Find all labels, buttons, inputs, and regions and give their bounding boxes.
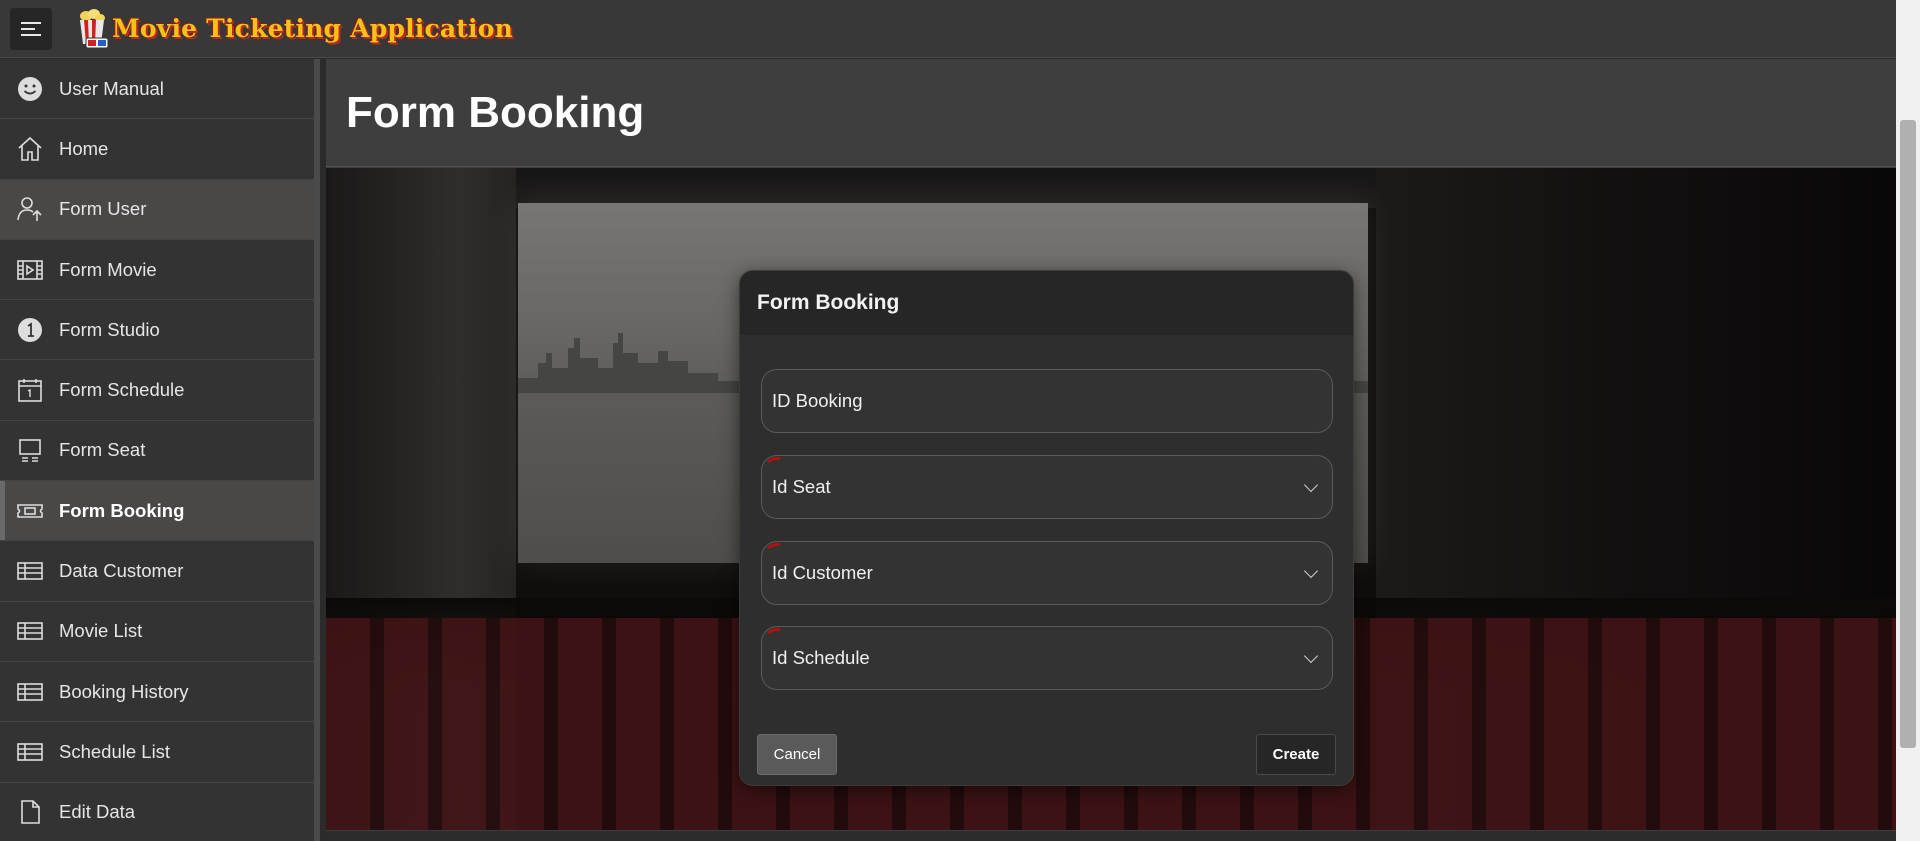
table-icon [16, 738, 44, 766]
sidebar-item-label: Form Studio [59, 318, 160, 340]
sidebar-item-movie-list[interactable]: Movie List [0, 602, 314, 662]
sidebar-item-form-movie[interactable]: Form Movie [0, 240, 314, 301]
sidebar-item-label: User Manual [59, 77, 164, 99]
page-header: Form Booking [326, 59, 1896, 167]
app-logo[interactable]: Movie Ticketing Application [74, 8, 513, 50]
sidebar-item-label: Home [59, 137, 109, 159]
sidebar-item-data-customer[interactable]: Data Customer [0, 541, 314, 602]
scrollbar-thumb[interactable] [1900, 120, 1916, 748]
sidebar-item-label: Form Seat [59, 439, 146, 461]
chevron-down-icon [1303, 563, 1319, 579]
sidebar-item-user-manual[interactable]: User Manual [0, 59, 314, 120]
id-schedule-select[interactable]: Id Schedule [761, 626, 1333, 690]
table-icon [16, 557, 44, 585]
sidebar-item-form-user[interactable]: Form User [0, 179, 314, 240]
sidebar-item-form-seat[interactable]: Form Seat [0, 421, 314, 482]
home-icon [16, 135, 44, 163]
id-booking-field[interactable]: ID Booking [761, 369, 1333, 433]
menu-toggle-button[interactable] [10, 7, 52, 50]
number-one-icon [16, 316, 44, 344]
film-icon [16, 256, 44, 284]
id-booking-label: ID Booking [772, 390, 863, 411]
table-icon [16, 617, 44, 645]
create-button[interactable]: Create [1256, 734, 1336, 775]
sidebar-item-home[interactable]: Home [0, 119, 314, 180]
bottom-strip [326, 831, 1896, 841]
sidebar-item-label: Form Schedule [59, 379, 185, 401]
ticket-icon [16, 497, 44, 525]
sidebar-item-form-booking[interactable]: Form Booking [0, 481, 314, 542]
table-icon [16, 678, 44, 706]
sidebar-item-form-studio[interactable]: Form Studio [0, 300, 314, 361]
sidebar-item-label: Data Customer [59, 560, 184, 582]
dialog-title: Form Booking [740, 271, 1353, 335]
document-icon [16, 798, 44, 826]
app-title: Movie Ticketing Application [112, 14, 514, 43]
cancel-button[interactable]: Cancel [757, 734, 837, 775]
top-bar: Movie Ticketing Application [0, 0, 1896, 58]
sidebar-item-label: Form Booking [59, 499, 185, 521]
id-seat-select[interactable]: Id Seat [761, 455, 1333, 519]
id-customer-label: Id Customer [772, 562, 873, 583]
page-scrollbar[interactable] [1896, 0, 1920, 841]
smiley-icon [16, 75, 44, 103]
popcorn-icon [74, 8, 110, 50]
id-customer-select[interactable]: Id Customer [761, 541, 1333, 605]
chevron-down-icon [1303, 477, 1319, 493]
sidebar-item-schedule-list[interactable]: Schedule List [0, 722, 314, 783]
chevron-down-icon [1303, 648, 1319, 664]
sidebar-item-label: Form User [59, 198, 147, 220]
user-upload-icon [16, 195, 44, 223]
sidebar-item-label: Edit Data [59, 801, 136, 823]
sidebar-item-form-schedule[interactable]: Form Schedule [0, 360, 314, 421]
id-schedule-label: Id Schedule [772, 647, 870, 668]
booking-dialog: Form Booking ID Booking Id Seat Id Custo… [739, 270, 1354, 786]
monitor-icon [16, 436, 44, 464]
sidebar-item-label: Movie List [59, 620, 143, 642]
id-seat-label: Id Seat [772, 476, 831, 497]
sidebar-item-edit-data[interactable]: Edit Data [0, 783, 314, 841]
sidebar-nav: User Manual Home Form User Form Movie Fo… [0, 59, 320, 841]
sidebar-item-label: Form Movie [59, 258, 157, 280]
sidebar-item-label: Booking History [59, 680, 189, 702]
sidebar-item-label: Schedule List [59, 740, 171, 762]
calendar-icon [16, 376, 44, 404]
sidebar-item-booking-history[interactable]: Booking History [0, 662, 314, 723]
page-title: Form Booking [346, 87, 645, 137]
